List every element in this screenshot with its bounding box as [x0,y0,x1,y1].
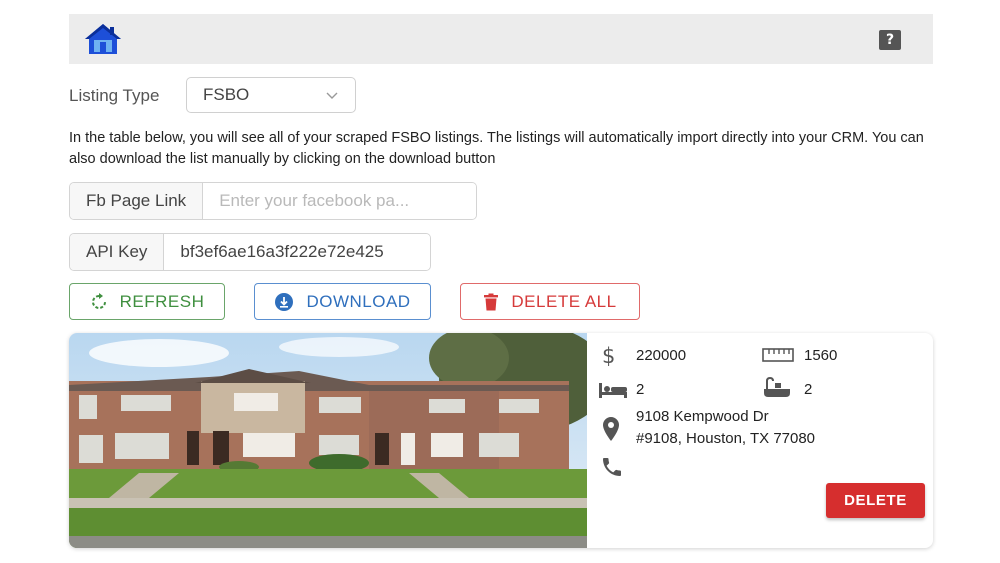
api-key-label: API Key [70,234,165,270]
beds-value: 2 [636,381,645,398]
ruler-icon [762,348,794,362]
download-label: DOWNLOAD [306,291,411,311]
refresh-button[interactable]: REFRESH [69,283,225,320]
api-key-group: API Key [69,233,431,271]
bathtub-icon [764,377,790,397]
price-value: 220000 [636,347,687,364]
address-line-2: #9108, Houston, TX 77080 [636,430,816,447]
delete-listing-button[interactable]: DELETE [826,483,925,518]
phone-icon[interactable] [600,455,624,479]
trash-icon [484,293,499,310]
dollar-icon: $ [602,344,615,366]
fb-page-link-group: Fb Page Link [69,182,477,220]
description-text: In the table below, you will see all of … [69,130,924,167]
baths-value: 2 [804,381,813,398]
property-photo [69,333,587,548]
address: 9108 Kempwood Dr #9108, Houston, TX 7708… [636,406,815,450]
fb-page-link-label: Fb Page Link [70,183,204,219]
address-line-1: 9108 Kempwood Dr [636,408,769,425]
sqft-value: 1560 [804,347,838,364]
help-button[interactable]: ? [879,30,901,50]
location-pin-icon [603,417,619,441]
top-bar: ? [69,14,933,64]
delete-all-button[interactable]: DELETE ALL [460,283,640,320]
delete-all-label: DELETE ALL [511,291,617,311]
house-icon[interactable] [83,22,123,56]
download-button[interactable]: DOWNLOAD [254,283,431,320]
refresh-icon [91,292,106,309]
api-key-input[interactable] [164,234,430,270]
fb-page-link-input[interactable] [203,183,476,219]
svg-text:$: $ [602,344,615,366]
refresh-label: REFRESH [119,291,205,311]
listing-type-select[interactable]: FSBO [186,77,356,113]
download-icon [275,292,294,311]
chevron-down-icon [326,92,338,99]
bed-icon [599,383,627,398]
listing-type-label: Listing Type [69,86,160,105]
listing-card: $ 220000 1560 2 2 9108 Kempwood Dr #9108… [69,333,933,548]
listing-type-value: FSBO [203,85,250,104]
